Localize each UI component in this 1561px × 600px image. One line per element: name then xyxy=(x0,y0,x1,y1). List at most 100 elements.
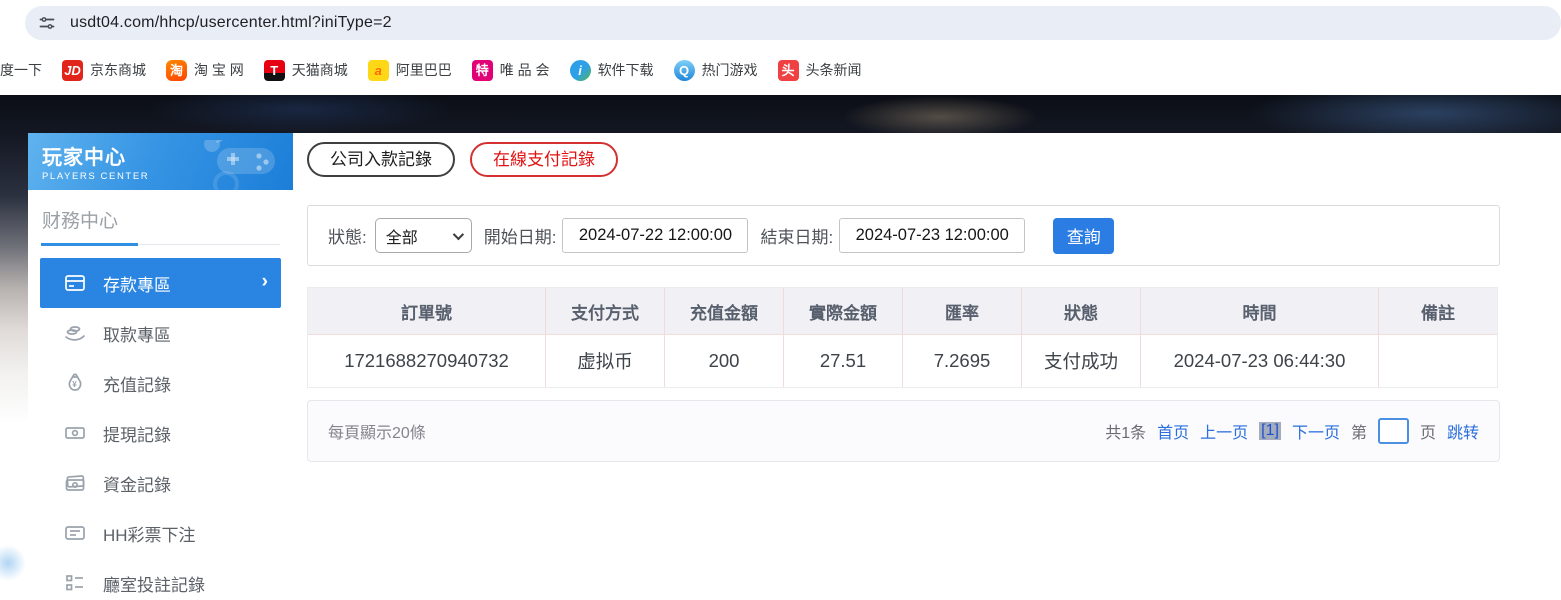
bookmark-label: 度一下 xyxy=(0,60,42,80)
bookmark-hot-games[interactable]: Q 热门游戏 xyxy=(674,60,758,81)
tmall-icon: T xyxy=(264,60,285,81)
col-recharge-amount: 充值金額 xyxy=(665,288,784,334)
main-panel: 公司入款記錄 在線支付記錄 狀態: 全部 開始日期: 結束日期: 查詢 訂單號 … xyxy=(307,133,1561,600)
banknote-icon xyxy=(63,421,87,445)
pagination-controls: 共1条 首页 上一页 [1] 下一页 第 页 跳转 xyxy=(1105,418,1479,444)
sidebar-item-label: HH彩票下注 xyxy=(103,521,196,546)
tab-online-payment-record[interactable]: 在線支付記錄 xyxy=(470,142,618,177)
end-date-input[interactable] xyxy=(839,218,1025,253)
current-page-indicator[interactable]: [1] xyxy=(1259,422,1281,440)
filter-bar: 狀態: 全部 開始日期: 結束日期: 查詢 xyxy=(307,205,1500,266)
sidebar-item-label: 存款專區 xyxy=(103,271,171,296)
sidebar-item-label: 廳室投註記錄 xyxy=(103,571,205,596)
sidebar-item-label: 資金記錄 xyxy=(103,471,171,496)
taobao-icon: 淘 xyxy=(166,60,187,81)
browser-toolbar: usdt04.com/hhcp/usercenter.html?iniType=… xyxy=(0,0,1561,45)
status-label: 狀態: xyxy=(328,223,367,248)
cell-order-number: 1721688270940732 xyxy=(308,335,546,387)
software-download-icon: i xyxy=(570,60,591,81)
next-page-link[interactable]: 下一页 xyxy=(1292,419,1340,443)
bookmark-label: 头条新闻 xyxy=(806,60,862,80)
status-select-value: 全部 xyxy=(386,224,418,248)
checklist-icon xyxy=(63,571,87,595)
sidebar-item-recharge-record[interactable]: ¥ 充值記錄 xyxy=(40,358,281,408)
address-bar[interactable]: usdt04.com/hhcp/usercenter.html?iniType=… xyxy=(25,6,1561,40)
jump-prefix-text: 第 xyxy=(1351,419,1367,443)
wallet-icon xyxy=(63,471,87,495)
bookmark-alibaba[interactable]: a 阿里巴巴 xyxy=(368,60,452,81)
banner-decor-circle xyxy=(213,171,239,190)
pagination-bar: 每頁顯示20條 共1条 首页 上一页 [1] 下一页 第 页 跳转 xyxy=(307,400,1500,462)
end-date-label: 結束日期: xyxy=(760,223,833,248)
sidebar-item-withdraw[interactable]: 取款專區 xyxy=(40,308,281,358)
hot-games-icon: Q xyxy=(674,60,695,81)
sidebar-item-label: 充值記錄 xyxy=(103,371,171,396)
players-center-banner: 玩家中心 PLAYERS CENTER xyxy=(28,133,293,190)
vip-icon: 特 xyxy=(472,60,493,81)
total-count-text: 共1条 xyxy=(1105,419,1146,443)
table-row: 1721688270940732 虚拟币 200 27.51 7.2695 支付… xyxy=(308,334,1497,387)
prev-page-link[interactable]: 上一页 xyxy=(1200,419,1248,443)
bookmark-label: 淘 宝 网 xyxy=(194,60,244,80)
url-text: usdt04.com/hhcp/usercenter.html?iniType=… xyxy=(70,14,392,32)
finance-center-heading: 财務中心 xyxy=(42,206,279,233)
col-payment-method: 支付方式 xyxy=(546,288,665,334)
section-divider xyxy=(41,244,280,245)
first-page-link[interactable]: 首页 xyxy=(1157,419,1189,443)
bookmark-vip[interactable]: 特 唯 品 会 xyxy=(472,60,550,81)
cell-recharge-amount: 200 xyxy=(665,335,784,387)
bookmark-label: 唯 品 会 xyxy=(500,60,550,80)
jump-suffix-text: 页 xyxy=(1420,419,1436,443)
section-divider-accent xyxy=(41,243,138,246)
col-actual-amount: 實際金額 xyxy=(784,288,903,334)
table-header-row: 訂單號 支付方式 充值金額 實際金額 匯率 狀態 時間 備註 xyxy=(308,288,1497,334)
cell-time: 2024-07-23 06:44:30 xyxy=(1141,335,1379,387)
page-size-text: 每頁顯示20條 xyxy=(328,419,1105,443)
screen: usdt04.com/hhcp/usercenter.html?iniType=… xyxy=(0,0,1561,600)
sidebar-item-deposit[interactable]: 存款專區 › xyxy=(40,258,281,308)
svg-text:¥: ¥ xyxy=(72,380,77,389)
start-date-label: 開始日期: xyxy=(484,223,557,248)
page-jump-input[interactable] xyxy=(1378,418,1409,444)
status-select[interactable]: 全部 xyxy=(375,218,472,253)
sidebar-item-withdrawal-record[interactable]: 提現記錄 xyxy=(40,408,281,458)
money-bag-icon: ¥ xyxy=(63,371,87,395)
jd-icon: JD xyxy=(62,60,83,81)
cell-exchange-rate: 7.2695 xyxy=(903,335,1022,387)
cell-status: 支付成功 xyxy=(1022,335,1141,387)
jump-button[interactable]: 跳转 xyxy=(1447,419,1479,443)
start-date-input[interactable] xyxy=(562,218,748,253)
sidebar: 玩家中心 PLAYERS CENTER 财務中心 xyxy=(28,133,293,600)
bookmark-label: 热门游戏 xyxy=(702,60,758,80)
record-tabs: 公司入款記錄 在線支付記錄 xyxy=(307,142,618,177)
cell-remark xyxy=(1379,335,1497,387)
bookmark-label: 天猫商城 xyxy=(292,60,348,80)
sidebar-item-label: 提現記錄 xyxy=(103,421,171,446)
col-exchange-rate: 匯率 xyxy=(903,288,1022,334)
col-remark: 備註 xyxy=(1379,288,1497,334)
tune-icon xyxy=(37,13,57,33)
sidebar-item-hall-bet-record[interactable]: 廳室投註記錄 xyxy=(40,558,281,600)
sidebar-item-funds-record[interactable]: 資金記錄 xyxy=(40,458,281,508)
bookmark-label: 阿里巴巴 xyxy=(396,60,452,80)
col-time: 時間 xyxy=(1141,288,1379,334)
search-button[interactable]: 查詢 xyxy=(1053,218,1114,254)
col-order-number: 訂單號 xyxy=(308,288,546,334)
hand-coins-icon xyxy=(63,321,87,345)
bank-card-icon xyxy=(63,271,87,295)
bookmark-jd[interactable]: JD 京东商城 xyxy=(62,60,146,81)
bookmark-taobao[interactable]: 淘 淘 宝 网 xyxy=(166,60,244,81)
list-icon xyxy=(63,521,87,545)
cell-actual-amount: 27.51 xyxy=(784,335,903,387)
sidebar-menu: 存款專區 › 取款專區 ¥ 充值記錄 xyxy=(28,258,293,600)
bookmark-software-download[interactable]: i 软件下载 xyxy=(570,60,654,81)
chevron-down-icon xyxy=(452,228,463,239)
toutiao-icon: 头 xyxy=(778,60,799,81)
bookmark-label: 软件下载 xyxy=(598,60,654,80)
sidebar-item-lottery-bets[interactable]: HH彩票下注 xyxy=(40,508,281,558)
tab-company-deposit-record[interactable]: 公司入款記錄 xyxy=(307,142,455,177)
alibaba-icon: a xyxy=(368,60,389,81)
bookmark-baidu[interactable]: 度一下 xyxy=(0,60,42,80)
bookmark-toutiao[interactable]: 头 头条新闻 xyxy=(778,60,862,81)
bookmark-tmall[interactable]: T 天猫商城 xyxy=(264,60,348,81)
